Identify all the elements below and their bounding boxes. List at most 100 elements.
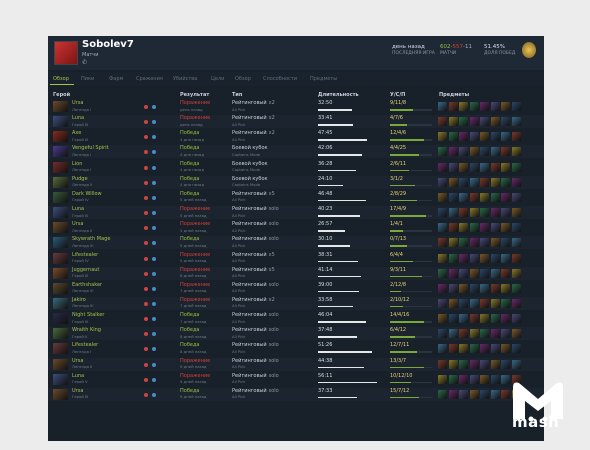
item-slot[interactable] [448,253,458,263]
table-row[interactable]: Ursa Герой III Победа 9 дней назад Рейтингов… [48,387,544,401]
item-slot[interactable] [448,117,458,127]
item-slot[interactable] [448,389,458,399]
table-row[interactable]: Jakiro Легенда III Поражение 7 дней назад Ре… [48,296,544,310]
col-header-items[interactable]: Предметы [439,92,469,98]
hero-portrait[interactable] [53,191,68,203]
item-slot[interactable] [490,223,500,233]
item-slot[interactable] [448,208,458,218]
item-slot[interactable] [490,389,500,399]
item-slot[interactable] [511,192,521,202]
item-slot[interactable] [438,344,447,354]
item-slot[interactable] [501,268,510,278]
table-row[interactable]: Juggernaut Герой III Поражение 6 дней назад… [48,266,544,280]
item-slot[interactable] [480,389,489,399]
item-slot[interactable] [448,223,458,233]
item-slot[interactable] [511,253,521,263]
table-row[interactable]: Ursa Легенда II Поражение 5 дней назад Рейти… [48,221,544,234]
item-slot[interactable] [448,102,458,111]
item-slot[interactable] [438,132,447,142]
item-slot[interactable] [438,223,447,233]
col-header-result[interactable]: Результат [180,92,209,98]
item-slot[interactable] [459,314,468,324]
item-slot[interactable] [448,283,458,293]
item-slot[interactable] [469,298,479,308]
item-slot[interactable] [501,223,510,233]
item-slot[interactable] [438,359,447,369]
item-slot[interactable] [501,283,510,293]
item-slot[interactable] [459,253,468,263]
item-slot[interactable] [480,283,489,293]
item-slot[interactable] [490,359,500,369]
item-slot[interactable] [448,268,458,278]
hero-portrait[interactable] [53,176,68,188]
item-slot[interactable] [511,359,521,369]
item-slot[interactable] [438,389,447,399]
hero-portrait[interactable] [53,101,68,112]
item-slot[interactable] [469,162,479,172]
tab-7[interactable]: Способности [263,76,297,82]
item-slot[interactable] [490,283,500,293]
item-slot[interactable] [438,147,447,157]
table-row[interactable]: Pudge Легенда II Победа 4 дня назад Боевой к… [48,175,544,189]
item-slot[interactable] [459,283,468,293]
item-slot[interactable] [438,162,447,172]
item-slot[interactable] [490,177,500,187]
item-slot[interactable] [480,238,489,248]
item-slot[interactable] [448,177,458,187]
hero-portrait[interactable] [53,131,68,143]
item-slot[interactable] [511,223,521,233]
item-slot[interactable] [490,208,500,218]
item-slot[interactable] [501,192,510,202]
item-slot[interactable] [469,117,479,127]
item-slot[interactable] [469,374,479,384]
item-slot[interactable] [438,374,447,384]
item-slot[interactable] [438,298,447,308]
tab-5[interactable]: Цели [211,76,224,82]
hero-portrait[interactable] [53,343,68,355]
item-slot[interactable] [511,268,521,278]
item-slot[interactable] [459,298,468,308]
item-slot[interactable] [501,162,510,172]
item-slot[interactable] [501,298,510,308]
item-slot[interactable] [480,253,489,263]
tab-1[interactable]: Пики [81,76,94,82]
item-slot[interactable] [469,283,479,293]
item-slot[interactable] [490,238,500,248]
item-slot[interactable] [480,374,489,384]
avatar[interactable] [54,41,78,65]
tab-4[interactable]: Убийства [173,76,197,82]
item-slot[interactable] [469,102,479,111]
item-slot[interactable] [501,132,510,142]
hero-portrait[interactable] [53,116,68,128]
table-row[interactable]: Luna Герой III Поражение день назад Рейтинго… [48,115,544,129]
item-slot[interactable] [459,238,468,248]
table-row[interactable]: Ursa Легенда II Поражение 9 дней назад Рейти… [48,357,544,371]
item-slot[interactable] [490,344,500,354]
item-slot[interactable] [480,268,489,278]
item-slot[interactable] [511,344,521,354]
col-header-duration[interactable]: Длительность [318,92,359,98]
item-slot[interactable] [469,389,479,399]
item-slot[interactable] [469,329,479,339]
item-slot[interactable] [490,314,500,324]
table-row[interactable]: Lifestealer Легенда I Победа 8 дней назад Ре… [48,342,544,355]
player-name[interactable]: Sobolev7 [82,39,134,50]
item-slot[interactable] [501,253,510,263]
item-slot[interactable] [501,359,510,369]
item-slot[interactable] [480,192,489,202]
item-slot[interactable] [459,329,468,339]
item-slot[interactable] [459,268,468,278]
item-slot[interactable] [469,177,479,187]
table-row[interactable]: Dark Willow Герой IV Победа 5 дней назад Рей… [48,191,544,204]
item-slot[interactable] [459,192,468,202]
item-slot[interactable] [469,344,479,354]
col-header-type[interactable]: Тип [232,92,242,98]
hero-portrait[interactable] [53,297,68,309]
item-slot[interactable] [438,329,447,339]
hero-portrait[interactable] [53,252,68,264]
item-slot[interactable] [490,147,500,157]
item-slot[interactable] [511,283,521,293]
item-slot[interactable] [469,359,479,369]
tab-0[interactable]: Обзор [53,76,69,82]
hero-portrait[interactable] [53,328,68,340]
